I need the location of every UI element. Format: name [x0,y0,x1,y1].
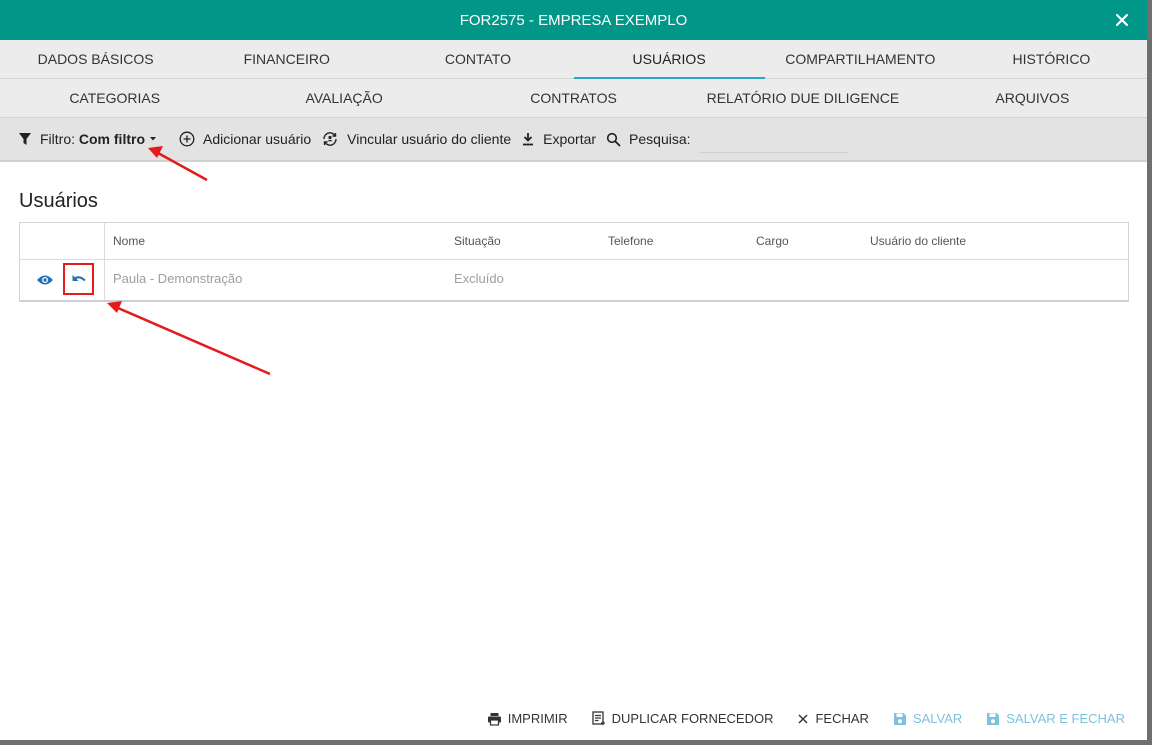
close-x-icon [798,714,808,723]
save-label: SALVAR [912,711,963,726]
caret-down-icon [150,137,156,141]
users-toolbar: Filtro: Com filtro Adicionar usuário Vin… [0,118,1147,162]
col-header-nome[interactable]: Nome [113,234,145,248]
add-user-label: Adicionar usuário [203,131,312,147]
link-client-user-button[interactable]: Vincular usuário do cliente [321,130,511,148]
search-box: Pesquisa: [606,125,849,153]
save-button[interactable]: SALVAR [893,711,962,726]
tab-financeiro[interactable]: FINANCEIRO [191,40,382,78]
supplier-dialog: FOR2575 - EMPRESA EXEMPLO DADOS BÁSICOS … [0,0,1147,740]
tab-dados-basicos[interactable]: DADOS BÁSICOS [0,40,191,78]
cell-nome: Paula - Demonstração [113,271,243,286]
duplicate-list-icon [592,711,605,725]
tabs-row-2: CATEGORIAS AVALIAÇÃO CONTRATOS RELATÓRIO… [0,79,1147,118]
view-eye-icon[interactable] [35,271,55,289]
search-label: Pesquisa: [629,131,691,147]
restore-undo-icon[interactable] [63,263,94,295]
save-and-close-label: SALVAR E FECHAR [1006,711,1125,726]
section-title: Usuários [19,190,98,212]
download-icon [523,133,534,146]
filter-value: Com filtro [78,131,145,147]
print-label: IMPRIMIR [507,711,568,726]
save-and-close-button[interactable]: SALVAR E FECHAR [986,711,1125,726]
col-header-situacao[interactable]: Situação [454,234,501,248]
dialog-footer: IMPRIMIR DUPLICAR FORNECEDOR FECHAR SALV… [463,711,1125,726]
tab-relatorio-due-diligence[interactable]: RELATÓRIO DUE DILIGENCE [688,79,917,117]
printer-icon [487,712,501,726]
search-input[interactable] [698,125,849,153]
dialog-titlebar: FOR2575 - EMPRESA EXEMPLO [0,0,1147,40]
sync-user-icon [323,132,337,146]
cell-situacao: Excluído [454,271,504,286]
actions-column-divider [104,223,105,300]
link-client-user-label: Vincular usuário do cliente [347,131,512,147]
filter-label: Filtro: [40,131,75,147]
close-label: FECHAR [815,711,869,726]
tab-arquivos[interactable]: ARQUIVOS [918,79,1147,117]
duplicate-supplier-button[interactable]: DUPLICAR FORNECEDOR [592,711,774,726]
print-button[interactable]: IMPRIMIR [487,711,568,726]
add-user-button[interactable]: Adicionar usuário [179,131,311,147]
close-icon[interactable] [1111,9,1133,31]
tab-avaliacao[interactable]: AVALIAÇÃO [229,79,458,117]
filter-icon [19,133,31,145]
tab-compartilhamento[interactable]: COMPARTILHAMENTO [765,40,956,78]
search-icon [606,132,621,146]
export-button[interactable]: Exportar [521,131,596,147]
annotation-arrow-restore [107,301,271,376]
dialog-title: FOR2575 - EMPRESA EXEMPLO [459,11,688,29]
save-disk-icon [893,712,906,725]
tab-contratos[interactable]: CONTRATOS [459,79,688,117]
col-header-usuario-cliente[interactable]: Usuário do cliente [870,234,966,248]
close-button[interactable]: FECHAR [797,711,869,726]
tab-categorias[interactable]: CATEGORIAS [0,79,229,117]
table-header: Nome Situação Telefone Cargo Usuário do … [20,223,1128,260]
duplicate-supplier-label: DUPLICAR FORNECEDOR [611,711,774,726]
users-table: Nome Situação Telefone Cargo Usuário do … [19,222,1129,302]
filter-dropdown[interactable]: Filtro: Com filtro [18,131,165,147]
export-label: Exportar [543,131,597,147]
col-header-cargo[interactable]: Cargo [756,234,789,248]
tab-historico[interactable]: HISTÓRICO [956,40,1147,78]
tab-usuarios[interactable]: USUÁRIOS [573,40,765,79]
tabs-row-1: DADOS BÁSICOS FINANCEIRO CONTATO USUÁRIO… [0,40,1147,79]
col-header-telefone[interactable]: Telefone [608,234,653,248]
add-circle-icon [179,131,195,147]
save-disk-icon [987,712,1000,725]
tab-contato[interactable]: CONTATO [382,40,573,78]
